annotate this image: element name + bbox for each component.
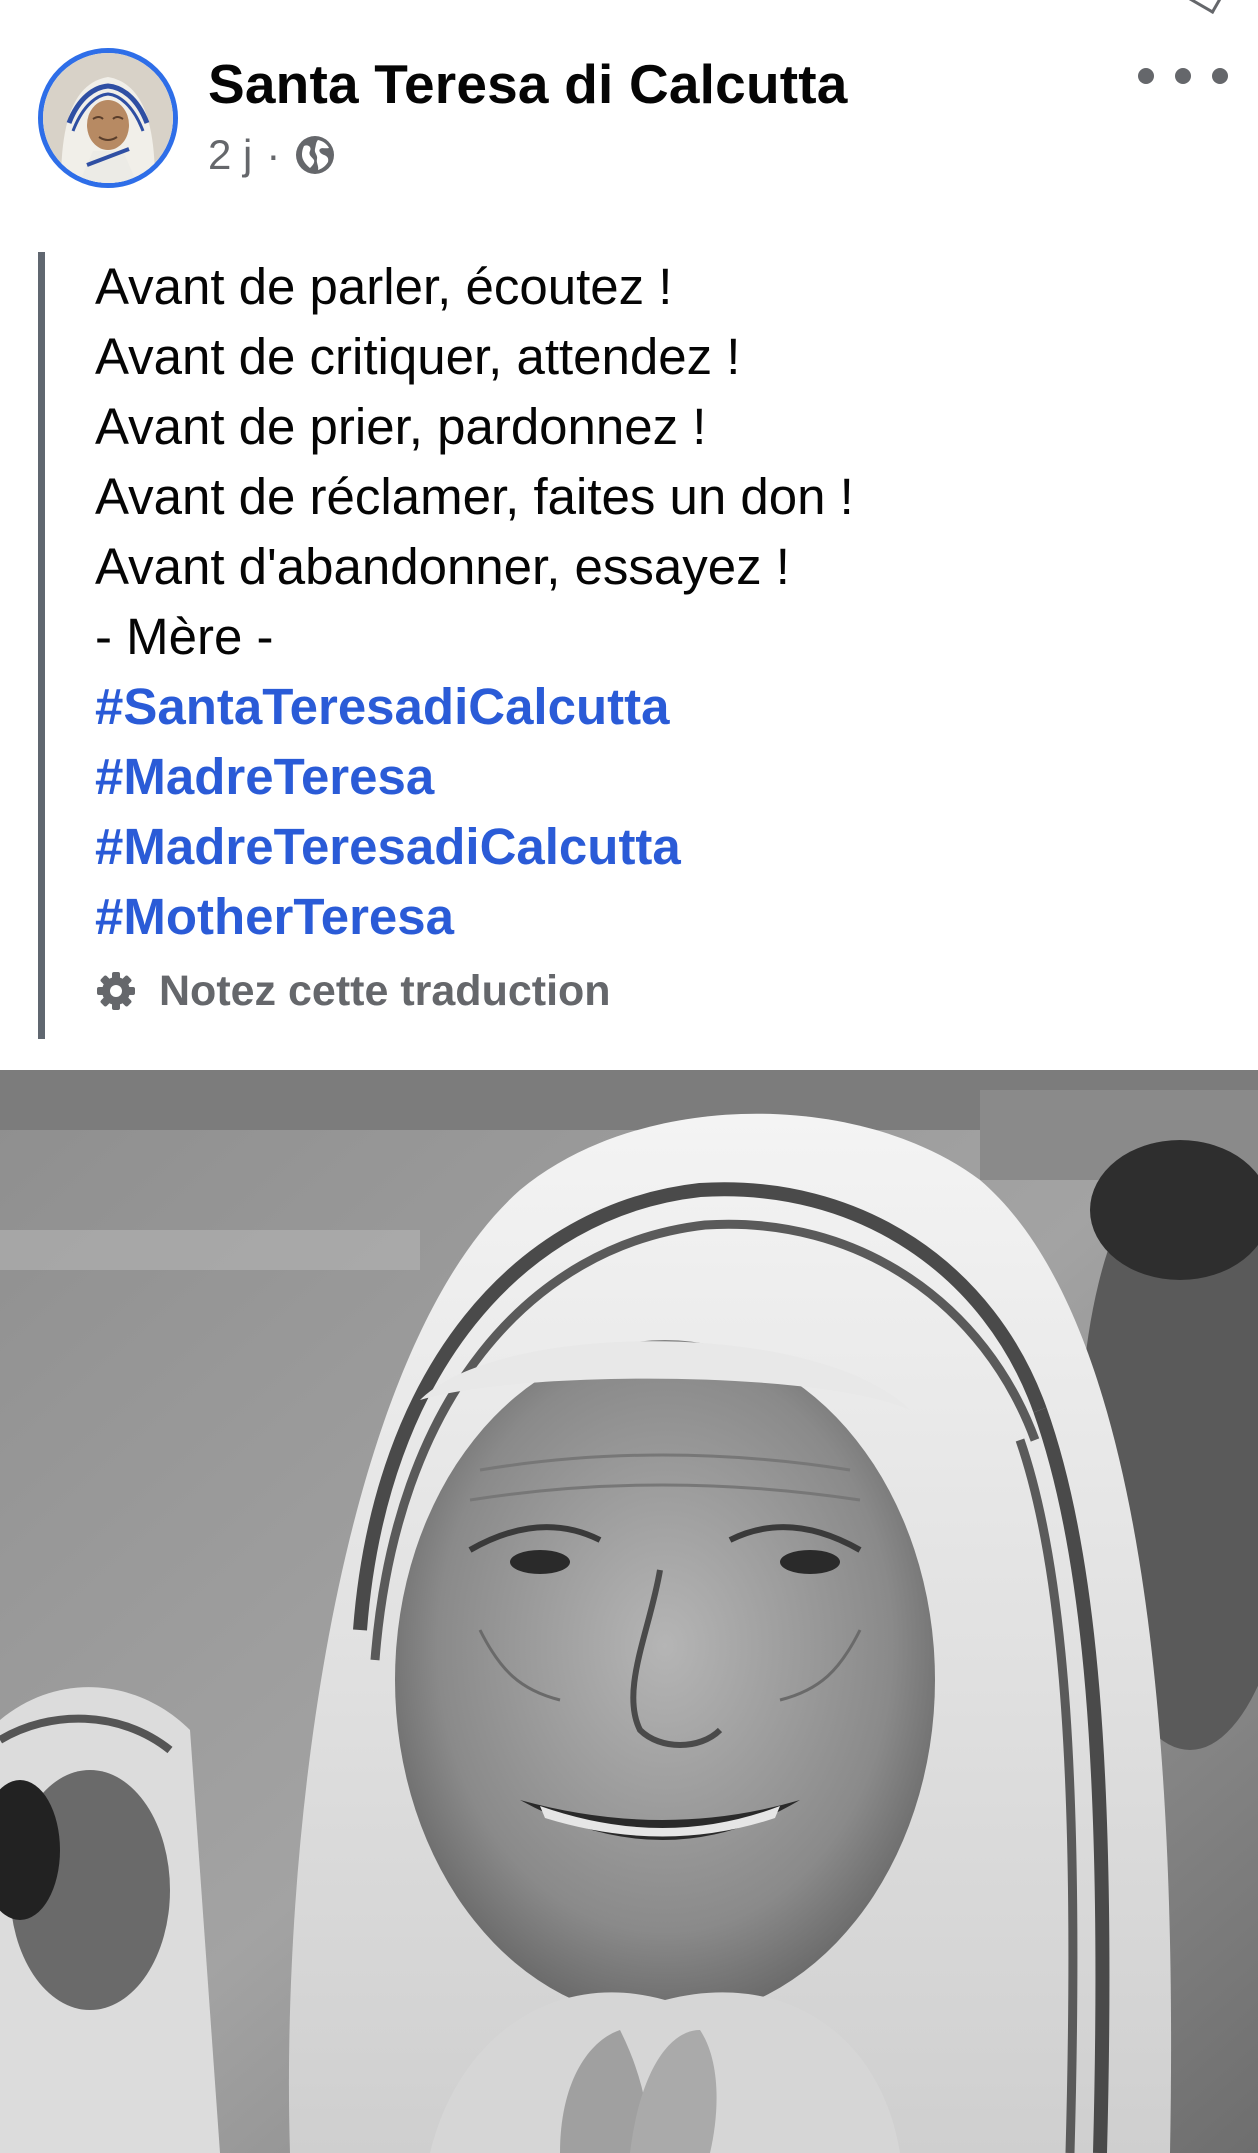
hashtag-link[interactable]: #MotherTeresa: [95, 882, 1188, 952]
quote-line: Avant de parler, écoutez !: [95, 258, 673, 315]
quote-line: Avant de critiquer, attendez !: [95, 328, 741, 385]
hashtag-link[interactable]: #MadreTeresadiCalcutta: [95, 812, 1188, 882]
avatar-portrait-icon: [43, 53, 173, 183]
hashtag-link[interactable]: #MadreTeresa: [95, 742, 1188, 812]
post-header: Santa Teresa di Calcutta 2 j ·: [0, 0, 1258, 220]
meta-separator: ·: [266, 131, 281, 178]
hashtag-link[interactable]: #SantaTeresadiCalcutta: [95, 672, 1188, 742]
gear-icon: [97, 972, 135, 1010]
more-dot: [1175, 68, 1191, 84]
quote-lines: Avant de parler, écoutez ! Avant de crit…: [95, 252, 1188, 672]
more-dot: [1212, 68, 1228, 84]
author-name[interactable]: Santa Teresa di Calcutta: [208, 52, 848, 116]
more-options-icon[interactable]: [1138, 56, 1228, 96]
more-dot: [1138, 68, 1154, 84]
quote-line: Avant d'abandonner, essayez !: [95, 538, 790, 595]
translated-post-text: Avant de parler, écoutez ! Avant de crit…: [38, 252, 1188, 1039]
post-meta: 2 j ·: [208, 130, 336, 180]
chevron-icon: [1184, 0, 1223, 14]
rate-translation-label: Notez cette traduction: [159, 966, 611, 1015]
avatar[interactable]: [38, 48, 178, 188]
post-photo[interactable]: [0, 1070, 1258, 2153]
rate-translation-button[interactable]: Notez cette traduction: [95, 960, 1188, 1022]
quote-line: Avant de prier, pardonnez !: [95, 398, 707, 455]
quote-attribution: - Mère -: [95, 608, 274, 665]
quote-line: Avant de réclamer, faites un don !: [95, 468, 854, 525]
globe-icon[interactable]: [294, 134, 336, 176]
portrait-photo: [0, 1070, 1258, 2153]
post-time[interactable]: 2 j: [208, 131, 252, 179]
